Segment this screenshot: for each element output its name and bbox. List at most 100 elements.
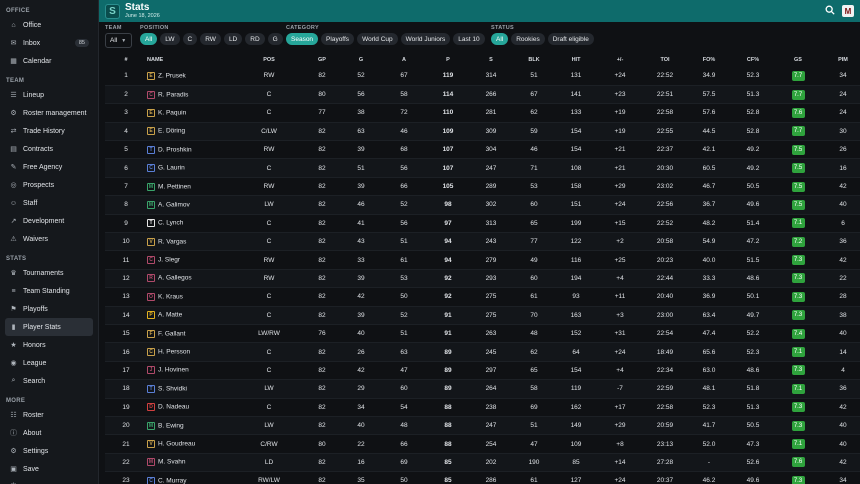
player-name[interactable]: E. Döring: [158, 128, 185, 135]
sidebar-item-prospects[interactable]: ◎ Prospects: [5, 176, 93, 194]
table-row[interactable]: 2 C R. Paradis C 80 56 58 114 266 67 141 +23 22:51 57…: [105, 85, 860, 104]
status-pill-all[interactable]: All: [491, 33, 509, 45]
column-header-pim[interactable]: PIM: [821, 53, 860, 67]
column-header-g[interactable]: G: [341, 53, 381, 67]
column-header-blk[interactable]: BLK: [513, 53, 555, 67]
player-name[interactable]: F. Gallant: [158, 330, 185, 337]
sidebar-item-playoffs[interactable]: ⚑ Playoffs: [5, 300, 93, 318]
position-pill-all[interactable]: All: [140, 33, 158, 45]
sidebar-item-development[interactable]: ↗ Development: [5, 212, 93, 230]
sidebar-item-search[interactable]: ⌕ Search: [5, 372, 93, 390]
table-row[interactable]: 14 P A. Matte C 82 39 52 91 275 70 163 +3 23:00 63.4 4…: [105, 306, 860, 325]
sidebar-item-save[interactable]: ▣ Save: [5, 460, 93, 478]
sidebar-item-roster-management[interactable]: ⚙ Roster management: [5, 104, 93, 122]
column-header-name[interactable]: NAME: [147, 53, 235, 67]
table-row[interactable]: 7 M M. Pettinen RW 82 39 66 105 289 53 158 +29 23:02…: [105, 177, 860, 196]
player-name[interactable]: R. Vargas: [158, 238, 186, 245]
player-name[interactable]: B. Ewing: [158, 422, 184, 429]
table-row[interactable]: 6 C G. Laurin C 82 51 56 107 247 71 108 +21 20:30 60.…: [105, 158, 860, 178]
column-header-gs[interactable]: GS: [775, 53, 821, 67]
column-header-[interactable]: #: [105, 53, 147, 67]
category-pill-world-cup[interactable]: World Cup: [357, 33, 398, 45]
sidebar-item-free-agency[interactable]: ✎ Free Agency: [5, 158, 93, 176]
player-name[interactable]: D. Nadeau: [158, 404, 189, 411]
table-row[interactable]: 11 C J. Slegr RW 82 33 61 94 279 49 116 +25 20:23 40.…: [105, 251, 860, 270]
player-name[interactable]: K. Paquin: [158, 110, 186, 117]
table-row[interactable]: 8 M A. Galimov LW 82 46 52 98 302 60 151 +24 22:56 36…: [105, 195, 860, 215]
player-name[interactable]: A. Matte: [158, 312, 182, 319]
player-name[interactable]: J. Slegr: [158, 257, 180, 264]
table-row[interactable]: 20 M B. Ewing LW 82 40 48 88 247 51 149 +29 20:59 41.…: [105, 416, 860, 435]
player-name[interactable]: A. Galimov: [158, 202, 190, 209]
position-pill-lw[interactable]: LW: [160, 33, 180, 45]
position-pill-ld[interactable]: LD: [223, 33, 243, 45]
player-name[interactable]: H. Persson: [158, 349, 190, 356]
position-pill-rw[interactable]: RW: [200, 33, 221, 45]
sidebar-item-contracts[interactable]: ▤ Contracts: [5, 140, 93, 158]
column-header-fo[interactable]: FO%: [687, 53, 731, 67]
sidebar-item-settings[interactable]: ⚙ Settings: [5, 442, 93, 460]
player-name[interactable]: K. Kraus: [158, 294, 183, 301]
column-header-cf[interactable]: CF%: [731, 53, 775, 67]
position-pill-c[interactable]: C: [182, 33, 198, 45]
category-pill-world-juniors[interactable]: World Juniors: [400, 33, 451, 45]
player-name[interactable]: G. Laurin: [158, 165, 185, 172]
team-logo-icon[interactable]: M: [842, 5, 854, 17]
team-select[interactable]: All ▼: [105, 33, 132, 48]
sidebar-item-league[interactable]: ◉ League: [5, 354, 93, 372]
table-row[interactable]: 12 R A. Gallegos RW 82 39 53 92 293 60 194 +4 22:44 3…: [105, 269, 860, 288]
table-row[interactable]: 21 V H. Goudreau C/RW 80 22 66 88 254 47 109 +8 23:1…: [105, 435, 860, 454]
sidebar-item-inbox[interactable]: ✉ Inbox 85: [5, 34, 93, 52]
table-row[interactable]: 23 C C. Murray RW/LW 82 35 50 85 286 61 127 +24 20:3…: [105, 472, 860, 484]
table-row[interactable]: 9 T C. Lynch C 82 41 56 97 313 65 199 +15 22:52 48.2 5…: [105, 214, 860, 233]
category-pill-playoffs[interactable]: Playoffs: [321, 33, 355, 45]
table-row[interactable]: 4 E E. Döring C/LW 82 63 46 109 309 59 154 +19 22:55…: [105, 122, 860, 141]
player-name[interactable]: H. Goudreau: [158, 441, 195, 448]
sidebar-item-trade-history[interactable]: ⇄ Trade History: [5, 122, 93, 140]
category-pill-last-10[interactable]: Last 10: [453, 33, 485, 45]
status-pill-draft-eligible[interactable]: Draft eligible: [547, 33, 594, 45]
player-name[interactable]: D. Proshkin: [158, 146, 192, 153]
position-pill-rd[interactable]: RD: [245, 33, 265, 45]
column-header-gp[interactable]: GP: [303, 53, 341, 67]
sidebar-item-tournaments[interactable]: ♛ Tournaments: [5, 264, 93, 282]
table-row[interactable]: 13 O K. Kraus C 82 42 50 92 275 61 93 +11 20:40 36.9 5…: [105, 288, 860, 307]
position-pill-g[interactable]: G: [267, 33, 283, 45]
sidebar-item-honors[interactable]: ★ Honors: [5, 336, 93, 354]
player-name[interactable]: M. Svahn: [158, 459, 185, 466]
player-name[interactable]: R. Paradis: [158, 91, 188, 98]
player-name[interactable]: Z. Prusek: [158, 73, 186, 80]
table-row[interactable]: 15 F F. Gallant LW/RW 76 40 51 91 263 48 152 +31 22:…: [105, 324, 860, 343]
table-row[interactable]: 19 D D. Nadeau C 82 34 54 88 238 69 162 +17 22:58 52.…: [105, 398, 860, 417]
column-header-hit[interactable]: HIT: [555, 53, 597, 67]
table-row[interactable]: 3 E K. Paquin C 77 38 72 110 281 62 133 +19 22:58 57.…: [105, 104, 860, 123]
table-row[interactable]: 16 C H. Persson C 82 26 63 89 245 62 64 +24 18:49 65.…: [105, 342, 860, 362]
player-name[interactable]: A. Gallegos: [158, 275, 192, 282]
table-row[interactable]: 18 T S. Shvidki LW 82 29 60 89 264 58 119 -7 22:59 48…: [105, 379, 860, 399]
column-header-pos[interactable]: POS: [235, 53, 303, 67]
table-row[interactable]: 17 J J. Hovinen C 82 42 47 89 297 65 154 +4 22:34 63.…: [105, 361, 860, 380]
sidebar-item-about[interactable]: ⓘ About: [5, 424, 93, 442]
column-header-a[interactable]: A: [381, 53, 427, 67]
sidebar-item-waivers[interactable]: ⚠ Waivers: [5, 230, 93, 248]
player-name[interactable]: M. Pettinen: [158, 183, 191, 190]
sidebar-item-player-stats[interactable]: ▮ Player Stats: [5, 318, 93, 336]
sidebar-item-team-standing[interactable]: ≡ Team Standing: [5, 282, 93, 300]
sidebar-item-staff[interactable]: ☺ Staff: [5, 194, 93, 212]
sidebar-item-lineup[interactable]: ☰ Lineup: [5, 86, 93, 104]
status-pill-rookies[interactable]: Rookies: [511, 33, 545, 45]
table-row[interactable]: 5 T D. Proshkin RW 82 39 68 107 304 46 154 +21 22:37…: [105, 141, 860, 159]
table-row[interactable]: 1 E Z. Prusek RW 82 52 67 119 314 51 131 +24 22:52 34…: [105, 67, 860, 86]
category-pill-season[interactable]: Season: [286, 33, 319, 45]
sidebar-item-office[interactable]: ⌂ Office: [5, 16, 93, 34]
table-row[interactable]: 22 M M. Svahn LD 82 16 69 85 202 190 85 +14 27:28-52…: [105, 453, 860, 472]
sidebar-item-exit[interactable]: ⏻Exit: [5, 478, 93, 484]
player-name[interactable]: S. Shvidki: [158, 386, 187, 393]
search-icon[interactable]: [825, 2, 835, 20]
sidebar-item-roster[interactable]: ☷ Roster: [5, 406, 93, 424]
player-name[interactable]: C. Murray: [158, 478, 187, 484]
column-header-toi[interactable]: TOI: [643, 53, 687, 67]
column-header-[interactable]: +/-: [597, 53, 643, 67]
player-name[interactable]: J. Hovinen: [158, 367, 189, 374]
column-header-s[interactable]: S: [469, 53, 513, 67]
